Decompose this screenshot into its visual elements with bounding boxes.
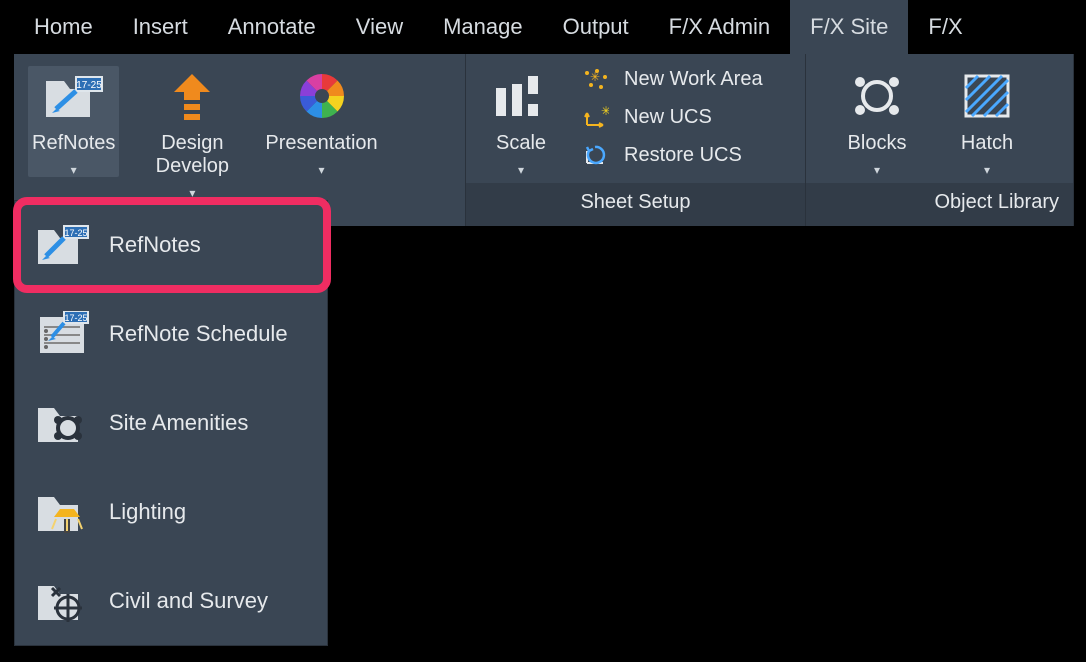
tab-fx-next[interactable]: F/X [908, 0, 968, 54]
tab-fx-admin[interactable]: F/X Admin [649, 0, 790, 54]
scale-label: Scale [496, 132, 546, 155]
dd-site-amenities-label: Site Amenities [109, 410, 248, 436]
chevron-down-icon: ▾ [984, 163, 990, 177]
design-develop-button[interactable]: Design Develop ▾ [147, 66, 237, 200]
tab-fx-site[interactable]: F/X Site [790, 0, 908, 54]
scale-icon [485, 66, 557, 126]
chevron-down-icon: ▾ [71, 163, 77, 177]
ribbon-tabs: Home Insert Annotate View Manage Output … [14, 0, 1074, 54]
chevron-down-icon: ▾ [518, 163, 524, 177]
svg-text:✳: ✳ [590, 70, 600, 84]
svg-text:✳: ✳ [601, 105, 609, 118]
dd-refnote-schedule-label: RefNote Schedule [109, 321, 288, 347]
dd-refnotes-label: RefNotes [109, 232, 201, 258]
svg-text:17-25: 17-25 [64, 228, 87, 238]
chevron-down-icon: ▾ [319, 163, 325, 177]
presentation-button[interactable]: Presentation ▾ [265, 66, 377, 177]
restore-ucs-button[interactable]: Restore UCS [582, 142, 763, 168]
app-root: Home Insert Annotate View Manage Output … [14, 0, 1074, 226]
dd-civil-survey[interactable]: Civil and Survey [15, 556, 327, 645]
tab-label: F/X [928, 14, 962, 40]
new-work-area-button[interactable]: ✳ New Work Area [582, 66, 763, 92]
refnotes-label: RefNotes [32, 132, 115, 155]
new-ucs-icon: ✳ [582, 104, 610, 130]
panel-object-library: Blocks ▾ [806, 54, 1074, 226]
chevron-down-icon: ▾ [874, 163, 880, 177]
tab-label: View [356, 14, 403, 40]
color-wheel-icon [286, 66, 358, 126]
tab-home[interactable]: Home [14, 0, 113, 54]
arrow-up-icon [156, 66, 228, 126]
presentation-label: Presentation [265, 132, 377, 155]
refnote-schedule-icon: 17-25 [33, 308, 91, 360]
hatch-button[interactable]: Hatch ▾ [946, 66, 1028, 177]
svg-text:17-25: 17-25 [64, 313, 87, 323]
civil-survey-icon [33, 575, 91, 627]
dd-lighting-label: Lighting [109, 499, 186, 525]
lighting-icon [33, 486, 91, 538]
tab-label: Output [563, 14, 629, 40]
refnotes-button[interactable]: 17-25 RefNotes ▾ [28, 66, 119, 177]
work-area-icon: ✳ [582, 66, 610, 92]
tab-output[interactable]: Output [543, 0, 649, 54]
dd-refnote-schedule[interactable]: 17-25 RefNote Schedule [15, 289, 327, 378]
panel-sheet-setup-title: Sheet Setup [466, 183, 805, 226]
restore-ucs-label: Restore UCS [624, 144, 742, 167]
tab-insert[interactable]: Insert [113, 0, 208, 54]
blocks-label: Blocks [848, 132, 907, 155]
refnotes-icon: 17-25 [33, 219, 91, 271]
svg-text:17-25: 17-25 [76, 80, 102, 91]
chevron-down-icon: ▾ [189, 186, 195, 200]
new-work-area-label: New Work Area [624, 68, 763, 91]
sheet-setup-actions: ✳ New Work Area ✳ [578, 66, 763, 168]
dd-lighting[interactable]: Lighting [15, 467, 327, 556]
panel-object-library-title: Object Library [806, 183, 1073, 226]
tab-label: F/X Admin [669, 14, 770, 40]
dd-civil-survey-label: Civil and Survey [109, 588, 268, 614]
design-develop-label: Design Develop [147, 132, 237, 178]
new-ucs-label: New UCS [624, 106, 712, 129]
hatch-label: Hatch [961, 132, 1013, 155]
tab-annotate[interactable]: Annotate [208, 0, 336, 54]
new-ucs-button[interactable]: ✳ New UCS [582, 104, 763, 130]
site-amenities-icon [33, 397, 91, 449]
tab-label: Insert [133, 14, 188, 40]
tab-label: Home [34, 14, 93, 40]
refnotes-dropdown: 17-25 RefNotes 17-25 [14, 200, 328, 646]
refnotes-icon: 17-25 [38, 66, 110, 126]
scale-button[interactable]: Scale ▾ [480, 66, 562, 177]
dd-site-amenities[interactable]: Site Amenities [15, 378, 327, 467]
tab-label: Manage [443, 14, 523, 40]
panel-sheet-setup: Scale ▾ ✳ [466, 54, 806, 226]
tab-label: F/X Site [810, 14, 888, 40]
tab-label: Annotate [228, 14, 316, 40]
tab-manage[interactable]: Manage [423, 0, 543, 54]
blocks-icon [841, 66, 913, 126]
tab-view[interactable]: View [336, 0, 423, 54]
restore-ucs-icon [582, 142, 610, 168]
dd-refnotes[interactable]: 17-25 RefNotes [15, 201, 327, 289]
blocks-button[interactable]: Blocks ▾ [836, 66, 918, 177]
hatch-icon [951, 66, 1023, 126]
